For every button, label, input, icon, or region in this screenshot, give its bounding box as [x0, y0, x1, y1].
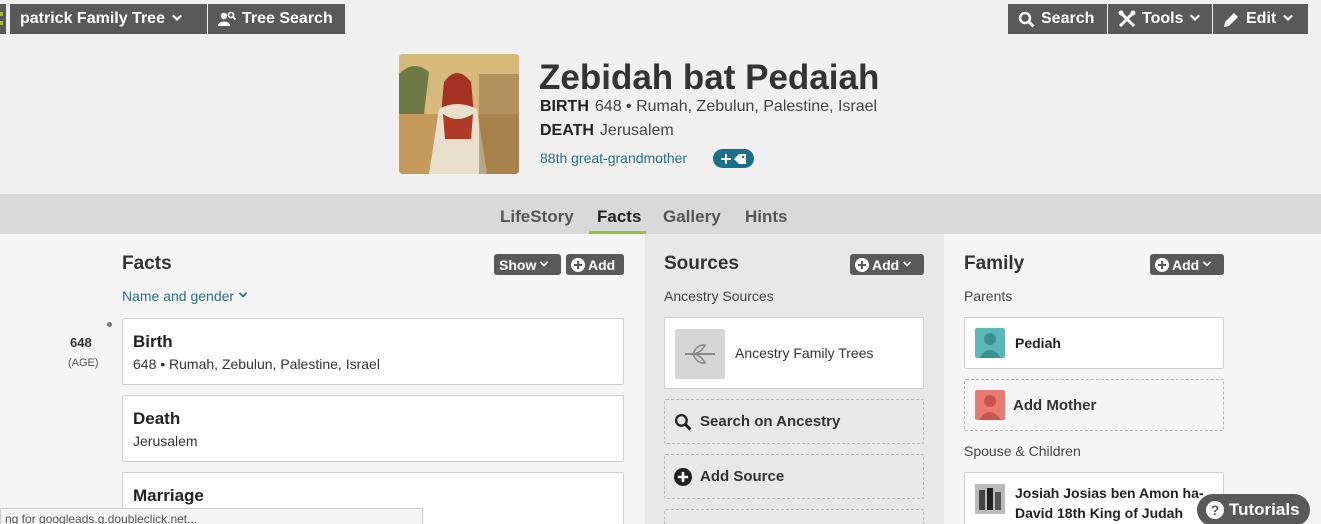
- plus-icon: [720, 153, 731, 164]
- edit-menu-button[interactable]: Edit: [1213, 4, 1308, 34]
- tools-menu-button[interactable]: Tools: [1108, 4, 1212, 34]
- add-label: Add: [588, 256, 616, 273]
- family-heading: Family: [964, 253, 1025, 274]
- question-icon: ?: [1206, 501, 1224, 519]
- spouse-children-subheading: Spouse & Children: [964, 443, 1081, 459]
- tab-lifestory[interactable]: LifeStory: [500, 207, 574, 227]
- tree-search-label: Tree Search: [242, 10, 333, 27]
- spouse-name: Josiah Josias ben Amon ha- David 18th Ki…: [1015, 483, 1204, 523]
- add-label: Add: [872, 256, 900, 273]
- add-source-label: Add Source: [700, 468, 785, 485]
- tag-icon: [733, 153, 746, 164]
- male-avatar-icon: [975, 328, 1005, 358]
- death-fact-card[interactable]: Death Jerusalem: [122, 395, 624, 462]
- relationship-link[interactable]: 88th great-grandmother: [540, 150, 687, 166]
- death-summary: DEATH Jerusalem: [540, 122, 674, 140]
- tree-name-label: patrick Family Tree: [20, 10, 165, 27]
- top-toolbar: patrick Family Tree Tree Search Search T…: [0, 0, 1321, 40]
- sources-heading: Sources: [664, 253, 739, 274]
- plus-circle-icon: [674, 467, 692, 486]
- facts-heading: Facts: [122, 253, 172, 274]
- leaf-icon: [675, 329, 725, 379]
- fact-title: Marriage: [133, 486, 204, 505]
- family-tree-menu-button[interactable]: patrick Family Tree: [10, 4, 207, 34]
- search-on-ancestry-label: Search on Ancestry: [700, 413, 841, 430]
- chevron-down-icon: [171, 14, 182, 21]
- search-icon: [1018, 11, 1035, 28]
- fact-title: Birth: [133, 332, 173, 351]
- spouse-name-line2: David 18th King of Judah: [1015, 505, 1184, 521]
- fact-detail: 648 • Rumah, Zebulun, Palestine, Israel: [133, 356, 380, 372]
- pencil-icon: [1224, 12, 1238, 27]
- chevron-down-icon: [903, 260, 912, 267]
- add-mother-button[interactable]: Add Mother: [964, 379, 1224, 431]
- add-label: Add: [1172, 256, 1200, 273]
- add-source-menu-button[interactable]: Add: [850, 254, 924, 275]
- tutorials-label: Tutorials: [1229, 500, 1300, 519]
- add-family-member-button[interactable]: Add: [1150, 254, 1224, 275]
- show-label: Show: [499, 256, 537, 273]
- additional-source-action[interactable]: [664, 509, 924, 524]
- tab-bar: LifeStory Facts Gallery Hints: [0, 194, 1321, 234]
- female-avatar-icon: [975, 390, 1005, 420]
- fact-title: Death: [133, 409, 181, 428]
- fact-detail: Jerusalem: [133, 433, 198, 449]
- tutorials-button[interactable]: ? Tutorials: [1197, 494, 1310, 524]
- chevron-down-icon: [540, 260, 549, 267]
- search-on-ancestry-button[interactable]: Search on Ancestry: [664, 399, 924, 444]
- chevron-down-icon: [1203, 260, 1212, 267]
- search-button[interactable]: Search: [1008, 4, 1107, 34]
- timeline-age: (AGE): [68, 357, 99, 369]
- add-fact-button[interactable]: Add: [566, 254, 624, 275]
- ancestry-sources-subheading: Ancestry Sources: [664, 288, 774, 304]
- edit-label: Edit: [1246, 10, 1277, 27]
- add-mother-label: Add Mother: [1013, 396, 1097, 414]
- add-tag-button[interactable]: [713, 149, 754, 168]
- timeline-dot: [107, 322, 112, 327]
- plus-circle-icon: [1155, 257, 1169, 272]
- chevron-down-icon: [1283, 14, 1294, 21]
- parents-subheading: Parents: [964, 288, 1013, 304]
- add-source-button[interactable]: Add Source: [664, 454, 924, 499]
- tab-facts[interactable]: Facts: [597, 207, 641, 227]
- source-title: Ancestry Family Trees: [735, 345, 874, 361]
- tools-label: Tools: [1142, 10, 1184, 27]
- ancestry-family-trees-source[interactable]: Ancestry Family Trees: [664, 317, 924, 389]
- spouse-card[interactable]: Josiah Josias ben Amon ha- David 18th Ki…: [964, 472, 1224, 524]
- father-card[interactable]: Pediah: [964, 317, 1224, 369]
- chevron-down-icon: [1190, 14, 1201, 21]
- person-search-icon: [218, 11, 236, 26]
- birth-fact-card[interactable]: Birth 648 • Rumah, Zebulun, Palestine, I…: [122, 318, 624, 385]
- portrait-image: [399, 54, 519, 174]
- death-value: Jerusalem: [599, 122, 674, 139]
- name-and-gender-link[interactable]: Name and gender: [122, 288, 248, 304]
- tree-search-button[interactable]: Tree Search: [208, 4, 345, 34]
- father-name: Pediah: [1015, 335, 1061, 351]
- birth-label: BIRTH: [540, 98, 589, 115]
- search-icon: [674, 413, 692, 430]
- plus-circle-icon: [855, 257, 869, 272]
- birth-summary: BIRTH 648 • Rumah, Zebulun, Palestine, Is…: [540, 98, 877, 116]
- birth-value: 648 • Rumah, Zebulun, Palestine, Israel: [594, 98, 878, 115]
- timeline-year: 648: [70, 335, 92, 350]
- plus-circle-icon: [571, 257, 585, 272]
- person-portrait[interactable]: [399, 54, 519, 174]
- death-label: DEATH: [540, 122, 594, 139]
- spouse-photo: [975, 484, 1005, 514]
- tools-icon: [1118, 10, 1136, 28]
- chevron-down-icon: [238, 292, 248, 298]
- spouse-name-line1: Josiah Josias ben Amon ha-: [1015, 485, 1204, 501]
- tab-gallery[interactable]: Gallery: [663, 207, 721, 227]
- person-name: Zebidah bat Pedaiah: [539, 58, 880, 97]
- search-label: Search: [1041, 10, 1095, 27]
- ancestry-logo-stub[interactable]: [0, 4, 6, 34]
- browser-status-bar: ng for googleads.g.doubleclick.net...: [0, 508, 423, 524]
- name-gender-label: Name and gender: [122, 288, 235, 304]
- tab-hints[interactable]: Hints: [745, 207, 788, 227]
- show-button[interactable]: Show: [494, 254, 561, 275]
